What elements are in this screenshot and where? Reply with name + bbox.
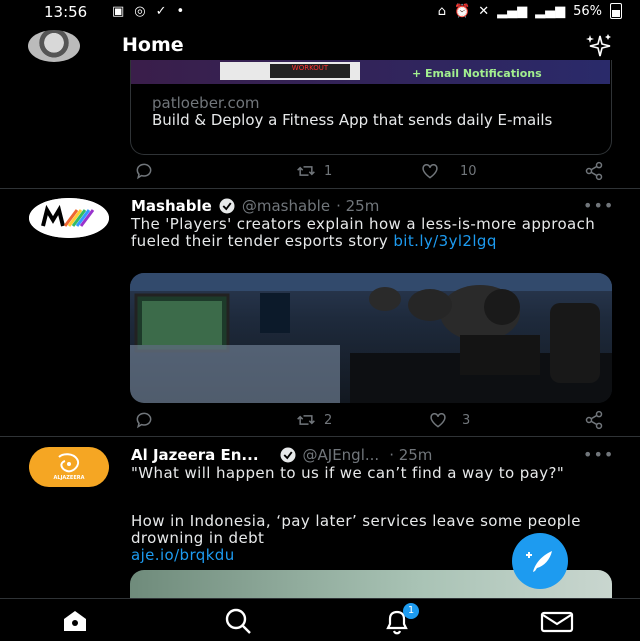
tweet-time: · 25m	[389, 446, 433, 464]
tweet-header: Al Jazeera En... @AJEngl... · 25m	[131, 446, 432, 464]
reply-button[interactable]	[134, 161, 154, 181]
author-handle[interactable]: @AJEngl...	[303, 446, 380, 464]
retweet-icon	[297, 415, 315, 425]
tweet-text: The 'Players' creators explain how a les…	[131, 216, 601, 250]
verified-badge-icon	[219, 198, 235, 214]
author-name[interactable]: Mashable	[131, 197, 212, 215]
status-time: 13:56	[44, 3, 88, 21]
tweet-text-body: The 'Players' creators explain how a les…	[131, 215, 596, 250]
retweet-button[interactable]: 2	[296, 410, 332, 430]
retweet-button[interactable]: 1	[296, 161, 332, 181]
like-count: 10	[460, 163, 477, 179]
like-count: 3	[462, 412, 471, 428]
lock-icon: ⌂	[437, 3, 446, 19]
signal2-icon: ▂▄▆	[535, 3, 566, 19]
like-button[interactable]: 3	[428, 410, 470, 430]
profile-avatar[interactable]	[28, 30, 80, 62]
share-icon	[585, 410, 603, 430]
compose-feather-icon	[526, 551, 552, 572]
link-card-domain: patloeber.com	[152, 94, 260, 112]
tweet-quote: "What will happen to us if we can’t find…	[131, 464, 565, 482]
retweet-count: 1	[324, 163, 333, 179]
reply-button[interactable]	[134, 410, 154, 430]
share-icon	[585, 161, 603, 181]
mashable-logo	[29, 198, 109, 238]
heart-icon	[422, 164, 438, 179]
aljazeera-avatar[interactable]: ALJAZEERA	[29, 447, 109, 487]
tweet-link[interactable]: bit.ly/3yl2lgq	[393, 232, 496, 250]
gallery-icon: ▣	[112, 4, 125, 19]
tweet-divider	[0, 188, 640, 189]
tweet-media-image[interactable]	[130, 273, 612, 403]
page-title: Home	[122, 34, 184, 56]
check-icon: ✓	[155, 4, 167, 19]
like-button[interactable]: 10	[420, 161, 477, 181]
author-name[interactable]: Al Jazeera En...	[131, 446, 259, 464]
compose-tweet-button[interactable]	[512, 533, 568, 589]
retweet-icon	[297, 166, 315, 176]
more-options-icon[interactable]: •••	[583, 445, 614, 464]
share-button[interactable]	[584, 161, 604, 181]
notifications-badge: 1	[403, 603, 419, 619]
tweet-header: Mashable @mashable · 25m	[131, 197, 379, 215]
alarm-icon: ⏰	[454, 3, 471, 19]
heart-icon	[430, 413, 446, 428]
status-notification-icons: ▣ ◎ ✓ •	[112, 4, 184, 19]
home-icon[interactable]	[60, 608, 90, 634]
verified-badge-icon	[280, 447, 296, 463]
battery-percent: 56%	[573, 3, 602, 19]
esports-photo	[130, 273, 612, 403]
reply-icon	[136, 412, 152, 429]
messages-icon[interactable]	[540, 610, 574, 634]
link-card-title: Build & Deploy a Fitness App that sends …	[152, 111, 553, 129]
tweet-time: · 25m	[336, 197, 380, 215]
dot-icon: •	[176, 4, 185, 19]
more-options-icon[interactable]: •••	[583, 196, 614, 215]
whatsapp-icon: ◎	[134, 4, 146, 19]
status-bar: 13:56 ▣ ◎ ✓ • ⌂ ⏰ ✕ ▂▄▆ ▂▄▆ 56%	[0, 0, 640, 26]
sparkle-icon[interactable]	[583, 33, 613, 59]
aljazeera-logo	[29, 447, 109, 487]
mute-icon: ✕	[478, 3, 490, 19]
status-system-icons: ⌂ ⏰ ✕ ▂▄▆ ▂▄▆ 56%	[438, 3, 622, 19]
search-icon[interactable]	[222, 607, 254, 635]
tweet-divider	[0, 436, 640, 437]
mashable-avatar[interactable]	[29, 198, 109, 238]
signal-icon: ▂▄▆	[497, 3, 528, 19]
author-handle[interactable]: @mashable	[242, 197, 330, 215]
battery-icon	[610, 3, 622, 19]
aljazeera-wordmark: ALJAZEERA	[53, 475, 85, 481]
retweet-count: 2	[324, 412, 333, 428]
share-button[interactable]	[584, 410, 604, 430]
reply-icon	[136, 163, 152, 180]
